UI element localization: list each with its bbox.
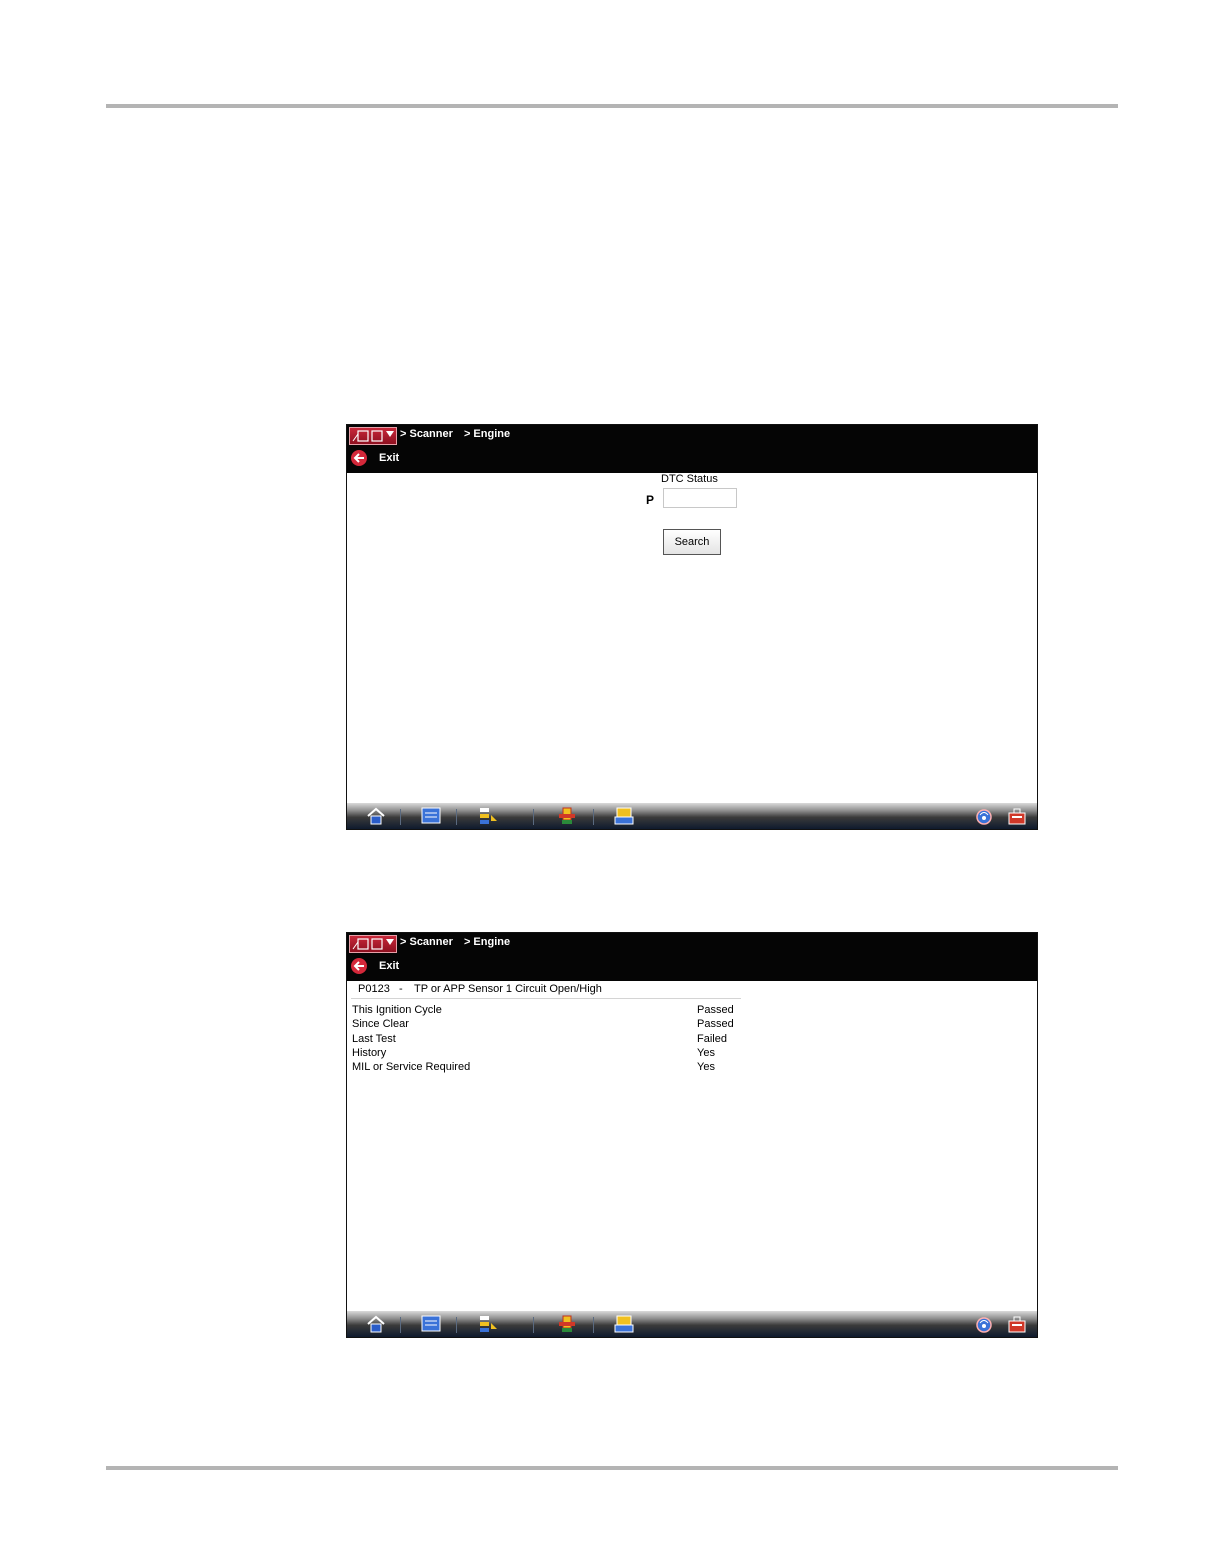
- status-value: Yes: [697, 1061, 715, 1074]
- print-icon[interactable]: [613, 1313, 635, 1335]
- wireless-icon[interactable]: [973, 805, 995, 827]
- status-row: History Yes: [352, 1047, 1032, 1061]
- scanner-icon[interactable]: [556, 805, 578, 827]
- header-rule: [106, 104, 1118, 108]
- breadcrumb: > Scanner > Engine: [400, 936, 518, 948]
- wireless-icon[interactable]: [973, 1313, 995, 1335]
- dtc-code-input[interactable]: [663, 488, 737, 508]
- dtc-status-screen: > Scanner > Engine Exit DTC Status P Sea…: [346, 424, 1038, 830]
- data-menu-icon[interactable]: [477, 805, 499, 827]
- breadcrumb-engine[interactable]: > Engine: [464, 936, 510, 948]
- status-value: Failed: [697, 1032, 727, 1045]
- dtc-separator: -: [399, 983, 403, 995]
- status-label: This Ignition Cycle: [352, 1004, 442, 1016]
- breadcrumb-scanner[interactable]: > Scanner: [400, 428, 453, 440]
- status-row: MIL or Service Required Yes: [352, 1061, 1032, 1075]
- taskbar: [347, 1311, 1037, 1337]
- toolbox-icon[interactable]: [1006, 805, 1028, 827]
- breadcrumb-engine[interactable]: > Engine: [464, 428, 510, 440]
- status-row: Since Clear Passed: [352, 1018, 1032, 1032]
- exit-label: Exit: [379, 452, 400, 464]
- exit-button[interactable]: Exit: [351, 448, 399, 468]
- back-arrow-icon: [351, 958, 367, 974]
- title-bar: > Scanner > Engine Exit: [347, 425, 1037, 473]
- app-logo[interactable]: [349, 427, 397, 445]
- scanner-icon[interactable]: [556, 1313, 578, 1335]
- status-row: This Ignition Cycle Passed: [352, 1004, 1032, 1018]
- home-icon[interactable]: [365, 1313, 387, 1335]
- title-bar: > Scanner > Engine Exit: [347, 933, 1037, 981]
- dtc-code-header: P0123 - TP or APP Sensor 1 Circuit Open/…: [351, 982, 741, 999]
- status-list: This Ignition Cycle Passed Since Clear P…: [352, 1004, 1032, 1075]
- status-label: Last Test: [352, 1032, 396, 1045]
- back-arrow-icon: [351, 450, 367, 466]
- breadcrumb: > Scanner > Engine: [400, 428, 518, 440]
- status-label: MIL or Service Required: [352, 1061, 471, 1074]
- taskbar: [347, 803, 1037, 829]
- dtc-description: TP or APP Sensor 1 Circuit Open/High: [414, 983, 602, 995]
- code-prefix: P: [646, 493, 655, 507]
- status-label: History: [352, 1046, 387, 1059]
- data-menu-icon[interactable]: [477, 1313, 499, 1335]
- vehicle-id-icon[interactable]: [420, 805, 442, 827]
- print-icon[interactable]: [613, 805, 635, 827]
- vehicle-id-icon[interactable]: [420, 1313, 442, 1335]
- status-value: Passed: [697, 1004, 734, 1016]
- home-icon[interactable]: [365, 805, 387, 827]
- dtc-code: P0123: [358, 983, 390, 995]
- status-value: Passed: [697, 1018, 734, 1031]
- search-button[interactable]: Search: [663, 529, 721, 555]
- exit-button[interactable]: Exit: [351, 956, 399, 976]
- status-label: Since Clear: [352, 1018, 409, 1031]
- status-value: Yes: [697, 1046, 715, 1059]
- footer-rule: [106, 1466, 1118, 1470]
- toolbox-icon[interactable]: [1006, 1313, 1028, 1335]
- exit-label: Exit: [379, 960, 400, 972]
- breadcrumb-scanner[interactable]: > Scanner: [400, 936, 453, 948]
- status-row: Last Test Failed: [352, 1033, 1032, 1047]
- dtc-status-title: DTC Status: [661, 473, 718, 485]
- app-logo[interactable]: [349, 935, 397, 953]
- dtc-results-screen: > Scanner > Engine Exit P0123 - TP or AP…: [346, 932, 1038, 1338]
